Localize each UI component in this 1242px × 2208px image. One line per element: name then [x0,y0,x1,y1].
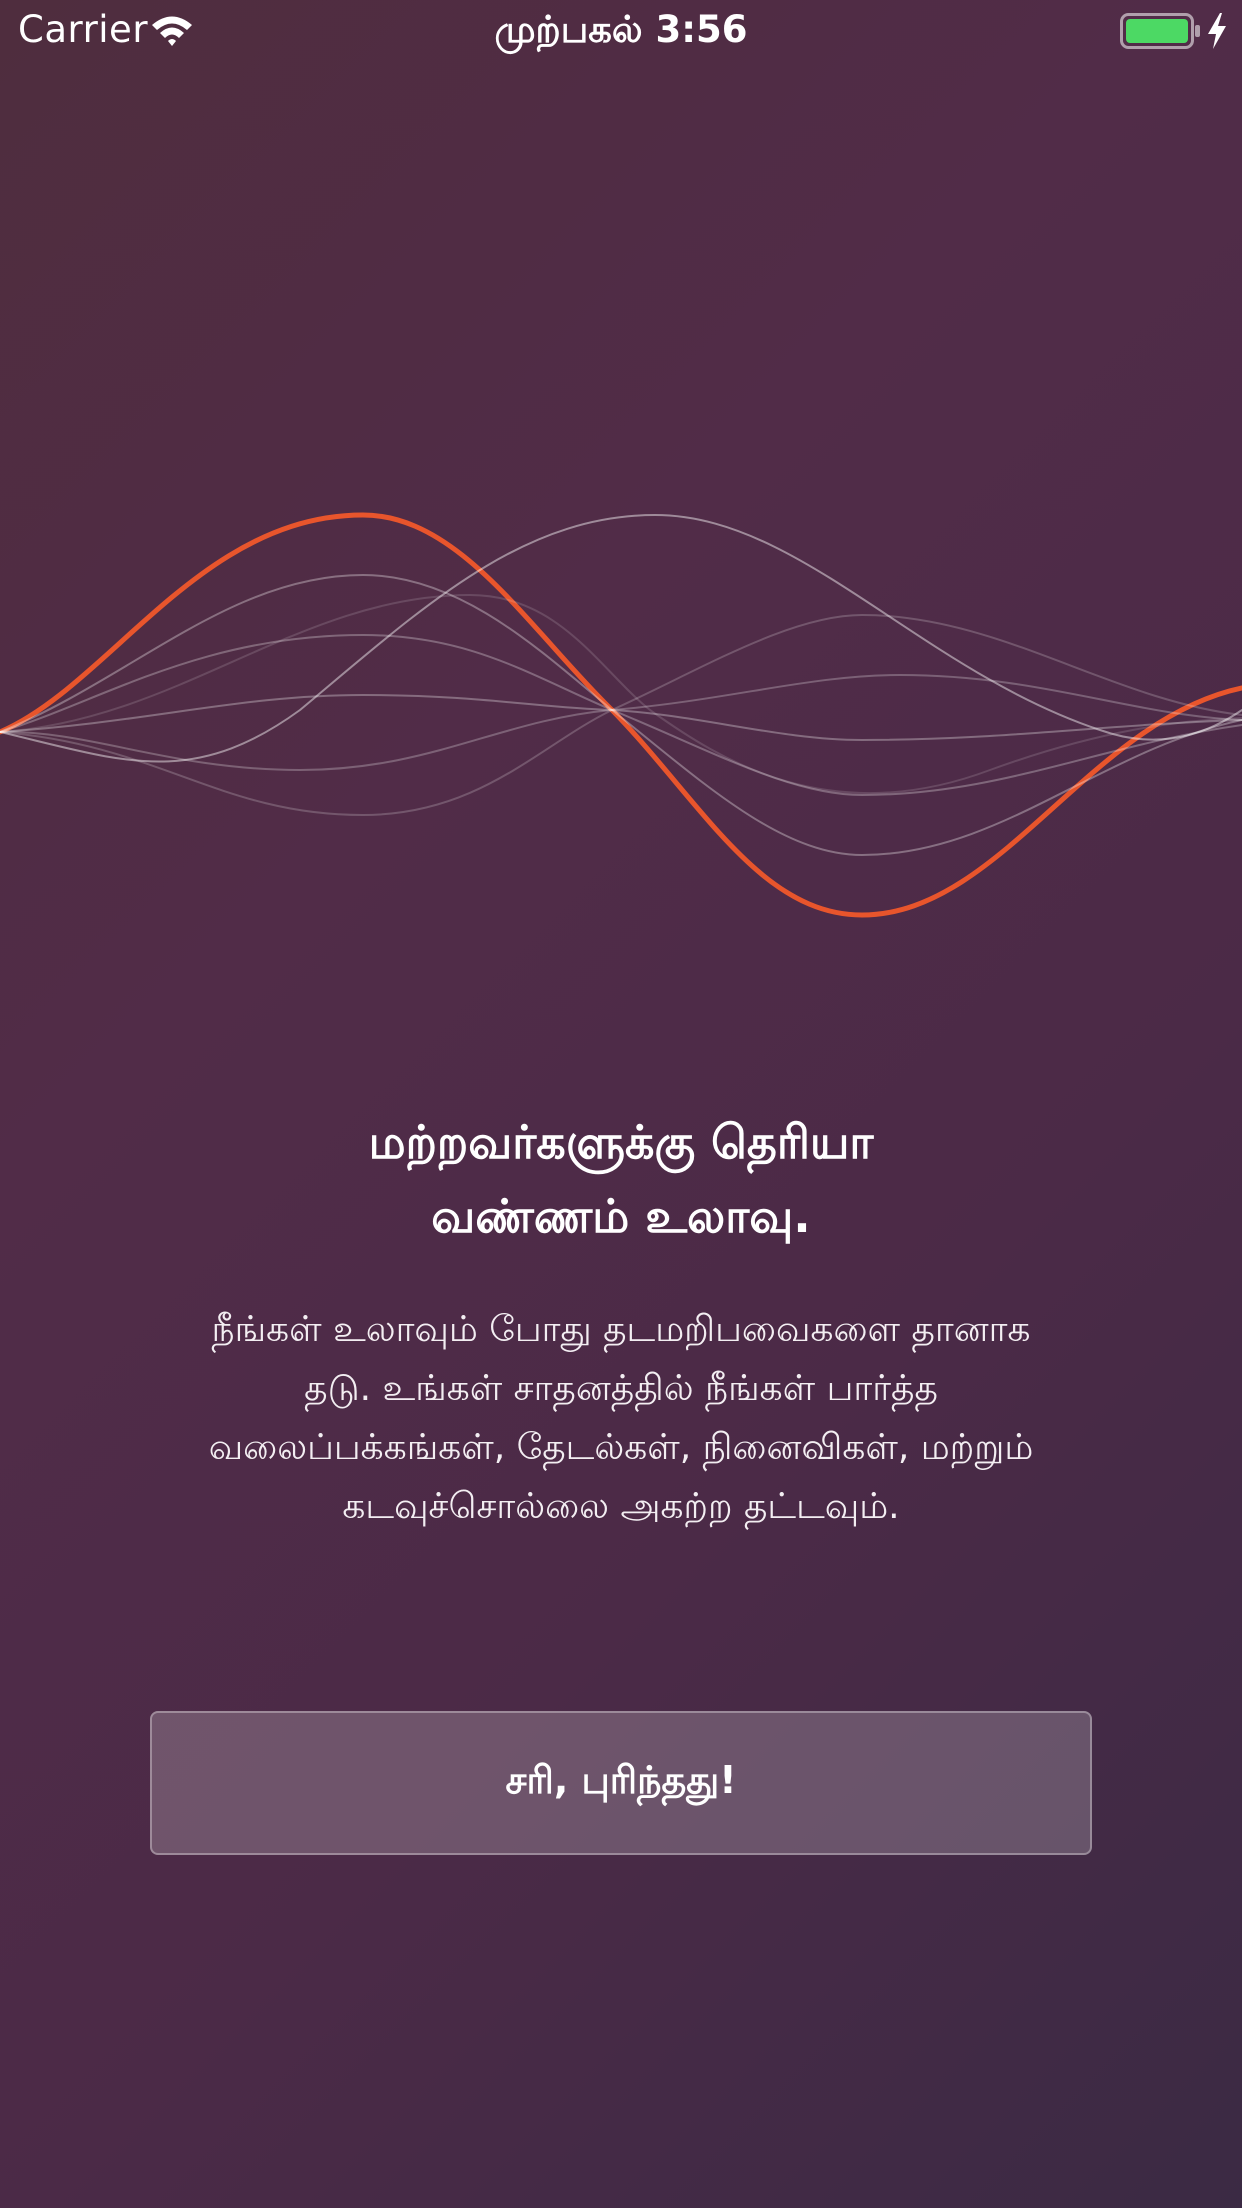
status-bar: Carrier முற்பகல் 3:56 [0,0,1242,62]
battery-icon [1120,13,1200,49]
description-line: வலைப்பக்கங்கள், தேடல்கள், நினைவிகள், மற்… [208,1427,1034,1468]
description-line: தடு. உங்கள் சாதனத்தில் நீங்கள் பார்த்த [304,1368,938,1409]
onboarding-description: நீங்கள் உலாவும் போது தடமறிபவைகளை தானாக த… [100,1300,1142,1536]
description-line: நீங்கள் உலாவும் போது தடமறிபவைகளை தானாக [211,1309,1031,1350]
status-time: முற்பகல் 3:56 [494,8,748,51]
onboarding-headline: மற்றவர்களுக்கு தெரியா வண்ணம் உலாவு. [100,1105,1142,1253]
description-line: கடவுச்சொல்லை அகற்ற தட்டவும். [342,1486,900,1527]
charging-bolt-icon [1208,13,1226,49]
got-it-button[interactable]: சரி, புரிந்தது! [150,1711,1092,1855]
headline-line: மற்றவர்களுக்கு தெரியா [368,1115,874,1169]
headline-line: வண்ணம் உலாவு. [431,1189,811,1243]
sound-wave-icon [0,512,1242,918]
